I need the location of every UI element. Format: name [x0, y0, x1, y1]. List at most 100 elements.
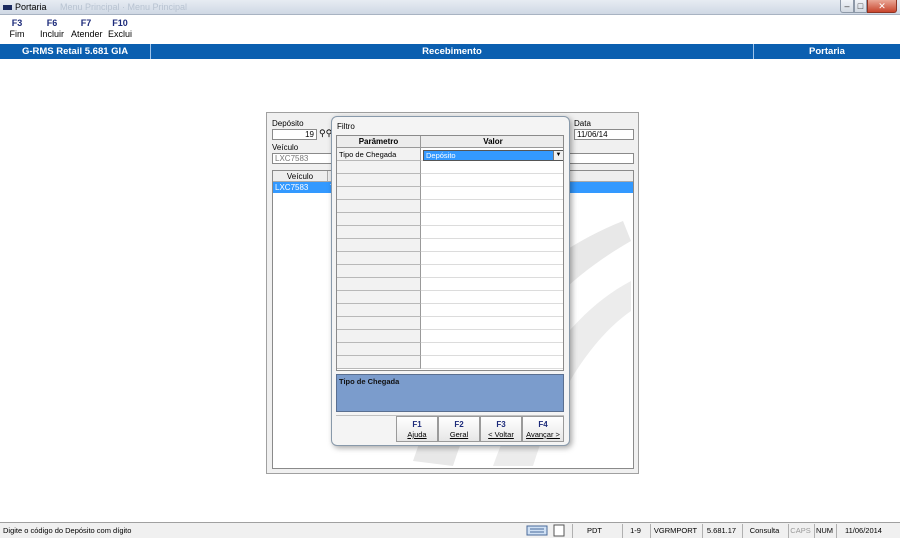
fkey-label: Atender: [71, 29, 103, 39]
value-empty-cell: [421, 317, 563, 330]
value-empty-cell: [421, 356, 563, 369]
status-cell-program: VGRMPORT: [650, 524, 700, 538]
ajuda-button[interactable]: F1 Ajuda: [396, 416, 438, 442]
param-empty-cell: [337, 226, 421, 239]
header-bar: G-RMS Retail 5.681 GIA Recebimento Porta…: [0, 44, 900, 59]
minimize-button[interactable]: –: [840, 0, 854, 13]
fkey-f6-incluir[interactable]: F6 Incluir: [38, 18, 66, 40]
fkey-key: F3: [11, 18, 23, 28]
status-cell-version: 5.681.17: [702, 524, 740, 538]
value-empty-cell: [421, 187, 563, 200]
select-value: Depósito: [426, 151, 456, 160]
fkey-label: Exclui: [107, 29, 132, 39]
button-key: F2: [454, 420, 464, 429]
dialog-title: Filtro: [337, 122, 355, 131]
value-empty-cell: [421, 343, 563, 356]
status-cell-date: 11/06/2014: [836, 524, 890, 538]
param-empty-cell: [337, 200, 421, 213]
description-text: Tipo de Chegada: [339, 377, 400, 386]
maximize-button[interactable]: □: [854, 0, 867, 13]
param-empty-cell: [337, 343, 421, 356]
param-empty-cell: [337, 239, 421, 252]
window-title: Portaria: [15, 2, 47, 12]
document-icon: [553, 524, 565, 537]
app-window: Portaria Menu Principal · Menu Principal…: [0, 0, 900, 538]
header-app-name: G-RMS Retail 5.681 GIA: [21, 46, 129, 57]
col-header-parametro: Parâmetro: [337, 136, 421, 148]
status-bar: Digite o código do Depósito com dígito P…: [0, 522, 900, 538]
header-screen-title: Recebimento: [422, 46, 482, 57]
grid-cell-veiculo: LXC7583: [275, 183, 309, 192]
status-cell-caps: CAPS: [788, 524, 812, 538]
avancar-button[interactable]: F4 Avançar >: [522, 416, 564, 442]
param-empty-cell: [337, 317, 421, 330]
param-empty-cell: [337, 161, 421, 174]
fkey-key: F7: [80, 18, 92, 28]
value-empty-cell: [421, 278, 563, 291]
deposito-input[interactable]: 19: [272, 129, 317, 140]
fkey-label: Fim: [9, 29, 25, 39]
fkey-key: F6: [46, 18, 58, 28]
app-icon: [3, 5, 12, 10]
button-label: < Voltar: [488, 430, 514, 439]
button-label: Geral: [449, 430, 469, 439]
status-cell-mode: Consulta: [742, 524, 786, 538]
window-ghost-title: Menu Principal · Menu Principal: [60, 2, 188, 12]
fkey-f7-atender[interactable]: F7 Atender: [71, 18, 103, 40]
value-empty-cell: [421, 226, 563, 239]
data-input[interactable]: 11/06/14: [574, 129, 634, 140]
param-empty-cell: [337, 174, 421, 187]
value-empty-cell: [421, 330, 563, 343]
button-key: F3: [496, 420, 506, 429]
value-empty-cell: [421, 304, 563, 317]
fkey-key: F10: [112, 18, 128, 28]
status-cell-range: 1-9: [622, 524, 648, 538]
col-header-valor: Valor: [421, 136, 563, 148]
function-key-toolbar: F3 Fim F6 Incluir F7 Atender F10 Exclui: [0, 18, 900, 44]
param-name-cell: Tipo de Chegada: [337, 148, 421, 161]
tipo-chegada-select[interactable]: Depósito ▼: [423, 150, 563, 161]
status-cell-pdt: PDT: [572, 524, 616, 538]
keyboard-icon: [526, 525, 548, 536]
grid-col-veiculo[interactable]: Veículo: [273, 171, 328, 182]
chevron-down-icon[interactable]: ▼: [553, 151, 563, 160]
parameter-description: Tipo de Chegada: [336, 374, 564, 412]
value-empty-cell: [421, 265, 563, 278]
button-key: F1: [412, 420, 422, 429]
fkey-label: Incluir: [39, 29, 64, 39]
value-empty-cell: [421, 161, 563, 174]
voltar-button[interactable]: F3 < Voltar: [480, 416, 522, 442]
value-empty-cell: [421, 291, 563, 304]
param-empty-cell: [337, 304, 421, 317]
title-bar: Portaria Menu Principal · Menu Principal…: [0, 0, 900, 15]
value-empty-cell: [421, 252, 563, 265]
param-empty-cell: [337, 265, 421, 278]
value-empty-cell: [421, 213, 563, 226]
close-button[interactable]: ✕: [867, 0, 897, 13]
param-empty-cell: [337, 252, 421, 265]
data-label: Data: [574, 119, 591, 128]
fkey-f10-exclui[interactable]: F10 Exclui: [106, 18, 134, 40]
fkey-f3-fim[interactable]: F3 Fim: [4, 18, 30, 40]
status-cell-num: NUM: [814, 524, 834, 538]
filter-table: Parâmetro Valor Tipo de Chegada Depósito…: [336, 135, 564, 371]
veiculo-label: Veículo: [272, 143, 299, 152]
param-empty-cell: [337, 356, 421, 369]
filtro-dialog: Filtro Parâmetro Valor Tipo de Chegada D…: [331, 116, 570, 446]
button-label: Ajuda: [407, 430, 427, 439]
value-empty-cell: [421, 174, 563, 187]
button-label: Avançar >: [526, 430, 560, 439]
dialog-button-bar: F1 Ajuda F2 Geral F3 < Voltar F4 Avançar…: [336, 415, 564, 442]
value-empty-cell: [421, 200, 563, 213]
param-empty-cell: [337, 278, 421, 291]
geral-button[interactable]: F2 Geral: [438, 416, 480, 442]
value-empty-cell: [421, 239, 563, 252]
button-key: F4: [538, 420, 548, 429]
param-empty-cell: [337, 330, 421, 343]
status-message: Digite o código do Depósito com dígito: [3, 526, 132, 535]
header-module-name: Portaria: [809, 46, 845, 57]
param-empty-cell: [337, 187, 421, 200]
param-empty-cell: [337, 291, 421, 304]
deposito-label: Depósito: [272, 119, 304, 128]
param-empty-cell: [337, 213, 421, 226]
